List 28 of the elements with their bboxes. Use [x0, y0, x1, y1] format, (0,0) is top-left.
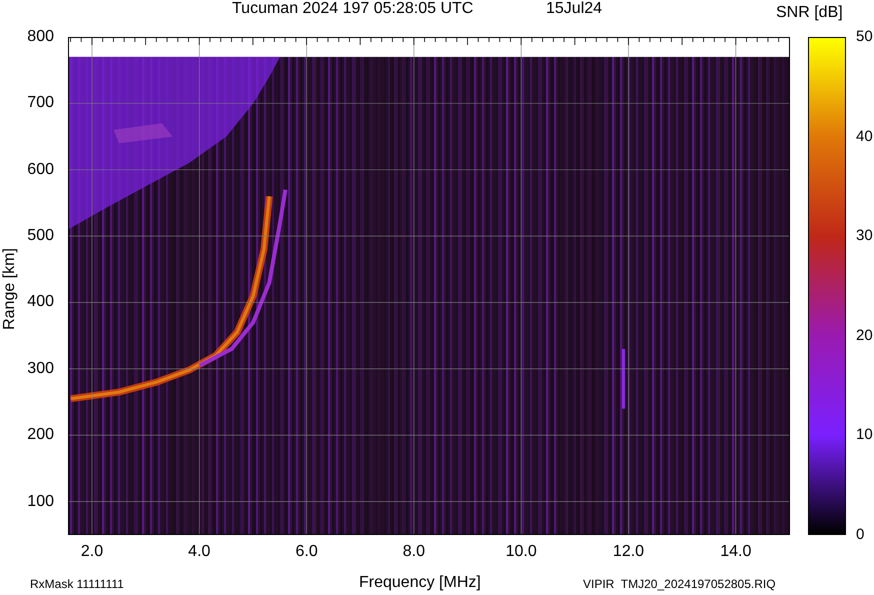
colorbar-label: SNR [dB]: [776, 4, 843, 22]
x-tick-label: 10.0: [504, 543, 538, 561]
y-tick-label: 700: [27, 94, 54, 112]
colorbar-tick-label: 40: [856, 128, 873, 146]
colorbar-tick-label: 30: [856, 227, 873, 246]
y-tick-label: 500: [27, 227, 54, 246]
x-tick-label: 2.0: [80, 543, 104, 561]
colorbar-tick-label: 10: [856, 426, 873, 444]
y-tick-label: 800: [27, 28, 54, 46]
x-tick-label: 4.0: [187, 543, 212, 561]
x-tick-label: 12.0: [612, 543, 646, 561]
x-tick-label: 8.0: [402, 543, 426, 561]
x-tick-label: 6.0: [294, 543, 319, 561]
plot-title: Tucuman 2024 197 05:28:05 UTC: [232, 0, 474, 18]
y-tick-label: 600: [27, 160, 54, 179]
y-tick-label: 300: [27, 360, 54, 378]
date-label: 15Jul24: [546, 0, 602, 18]
y-axis-label: Range [km]: [1, 247, 19, 332]
rx-mask-label: RxMask 11111111: [30, 577, 124, 591]
colorbar-tick-label: 0: [856, 526, 864, 544]
colorbar-tick-label: 20: [856, 326, 873, 345]
x-tick-label: 14.0: [719, 543, 752, 561]
x-axis-label: Frequency [MHz]: [359, 574, 481, 592]
y-tick-label: 200: [27, 426, 54, 444]
colorbar-tick-label: 50: [856, 28, 873, 46]
y-tick-label: 100: [27, 492, 54, 511]
file-name-label: VIPIR TMJ20_2024197052805.RIQ: [583, 577, 776, 591]
y-tick-label: 400: [27, 293, 54, 312]
